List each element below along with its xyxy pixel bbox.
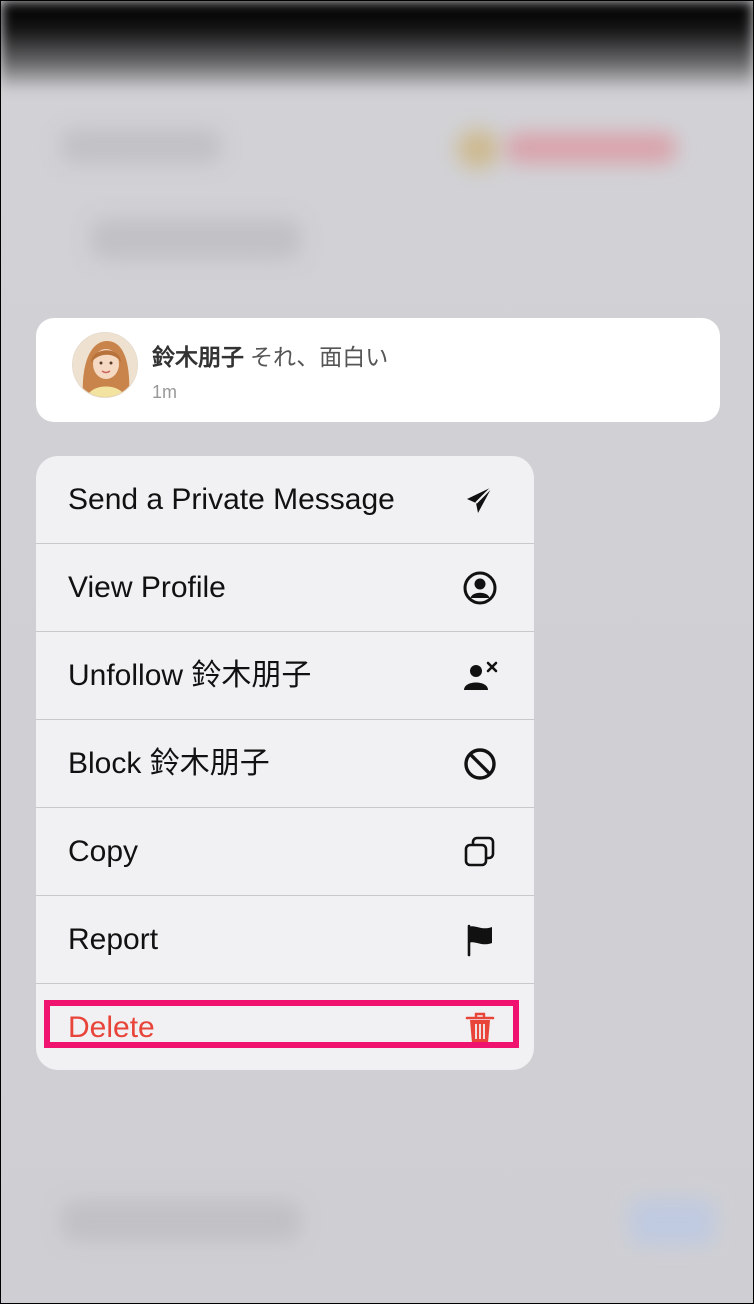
comment-author: 鈴木朋子	[152, 344, 244, 370]
send-icon	[462, 482, 498, 518]
blurred-avatar	[457, 129, 499, 169]
blurred-input	[61, 1201, 301, 1241]
menu-item-copy[interactable]: Copy	[36, 808, 534, 896]
context-menu: Send a Private Message View Profile Unfo…	[36, 456, 534, 1070]
blurred-header-text	[61, 129, 221, 163]
menu-item-label: Unfollow 鈴木朋子	[68, 659, 312, 692]
flag-icon	[462, 922, 498, 958]
menu-item-report[interactable]: Report	[36, 896, 534, 984]
top-shadow	[1, 1, 753, 91]
menu-item-unfollow[interactable]: Unfollow 鈴木朋子	[36, 632, 534, 720]
menu-item-label: View Profile	[68, 571, 226, 604]
blurred-header-button	[506, 133, 676, 163]
profile-circle-icon	[462, 570, 498, 606]
menu-item-view-profile[interactable]: View Profile	[36, 544, 534, 632]
comment-timestamp: 1m	[152, 382, 178, 402]
screen-frame: 鈴木朋子 それ、面白い 1m Send a Private Message Vie…	[0, 0, 754, 1304]
menu-item-block[interactable]: Block 鈴木朋子	[36, 720, 534, 808]
blurred-title	[91, 219, 301, 259]
avatar-image	[73, 333, 137, 397]
comment-card: 鈴木朋子 それ、面白い 1m	[36, 318, 720, 422]
menu-item-label: Copy	[68, 835, 139, 868]
delete-highlight-box	[44, 1000, 519, 1048]
copy-icon	[462, 834, 498, 870]
comment-text-line: 鈴木朋子 それ、面白い	[152, 338, 388, 372]
block-icon	[462, 746, 498, 782]
blurred-post-button	[629, 1199, 715, 1245]
avatar	[72, 332, 138, 398]
unfollow-user-icon	[462, 658, 498, 694]
comment-text: それ、面白い	[250, 344, 389, 370]
menu-item-send-private-message[interactable]: Send a Private Message	[36, 456, 534, 544]
menu-item-label: Report	[68, 923, 159, 956]
menu-item-label: Send a Private Message	[68, 483, 395, 516]
menu-item-label: Block 鈴木朋子	[68, 747, 270, 780]
